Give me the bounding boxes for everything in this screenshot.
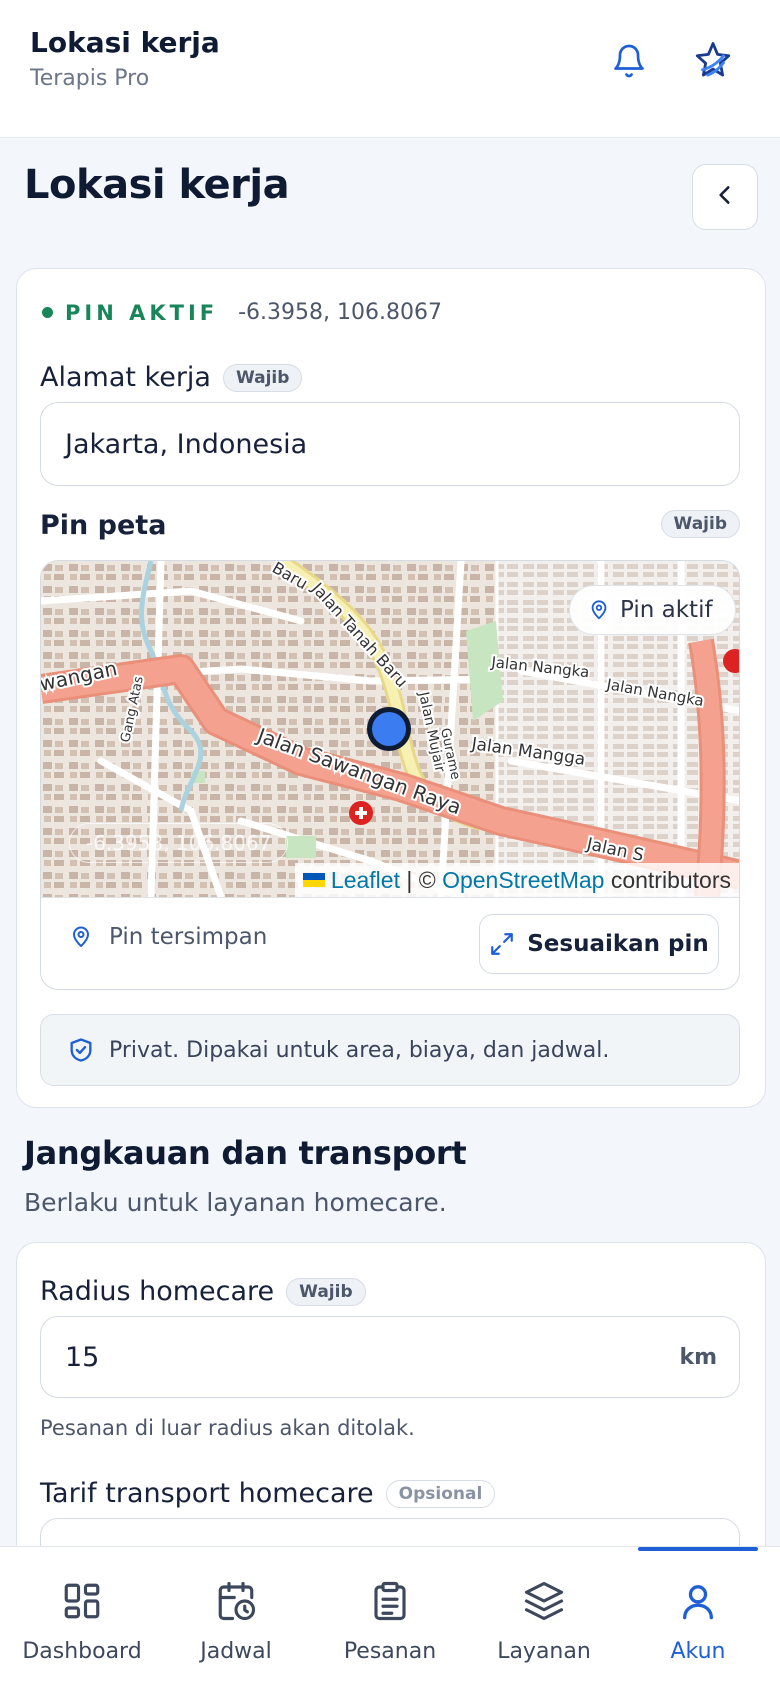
- nav-label: Pesanan: [343, 1639, 437, 1664]
- status-dot: [42, 307, 53, 318]
- pin-map-badge-wrap: Wajib: [660, 510, 740, 538]
- adjust-pin-label: Sesuaikan pin: [527, 931, 709, 957]
- transport-label: Tarif transport homecare Opsional: [40, 1478, 496, 1509]
- address-input[interactable]: Jakarta, Indonesia: [40, 402, 740, 486]
- page-title: Lokasi kerja: [24, 162, 290, 208]
- nav-pesanan[interactable]: Pesanan: [312, 1547, 468, 1688]
- grid-icon: [61, 1577, 103, 1625]
- map-container: Jalan Sawangan Raya Jalan Mangga Jalan N…: [40, 560, 740, 990]
- pin-status-label: PIN AKTIF: [65, 300, 219, 325]
- radius-label: Radius homecare Wajib: [40, 1276, 366, 1307]
- location-marker-dot: [372, 712, 406, 746]
- map-coords-overlay: -6.3958, 106.8067: [69, 823, 289, 863]
- nav-label: Jadwal: [200, 1639, 272, 1664]
- pin-aktif-chip: Pin aktif: [569, 585, 736, 635]
- privacy-note-text: Privat. Dipakai untuk area, biaya, dan j…: [109, 1037, 610, 1063]
- pin-map-label: Pin peta: [40, 510, 167, 541]
- transport-label-text: Tarif transport homecare: [40, 1478, 374, 1509]
- required-badge: Wajib: [286, 1277, 366, 1306]
- map-pin-icon: [69, 924, 93, 950]
- app-header: Lokasi kerja Terapis Pro: [0, 0, 780, 138]
- pin-status: PIN AKTIF -6.3958, 106.8067: [42, 300, 442, 325]
- layers-icon: [522, 1577, 566, 1625]
- clipboard-icon: [369, 1577, 411, 1625]
- pin-saved-status: Pin tersimpan: [69, 924, 267, 950]
- expand-icon: [489, 931, 515, 957]
- radius-input[interactable]: 15 km: [40, 1316, 740, 1398]
- nav-layanan[interactable]: Layanan: [466, 1547, 622, 1688]
- user-icon: [678, 1577, 718, 1625]
- privacy-note: Privat. Dipakai untuk area, biaya, dan j…: [40, 1014, 740, 1086]
- chevron-left-icon: [712, 182, 738, 212]
- app-subtitle: Terapis Pro: [30, 66, 150, 91]
- leaflet-link[interactable]: Leaflet: [331, 867, 400, 894]
- pin-saved-label: Pin tersimpan: [109, 924, 268, 950]
- required-badge: Wajib: [222, 363, 303, 392]
- radius-unit: km: [679, 1344, 717, 1370]
- attribution-suffix: contributors: [604, 866, 731, 893]
- back-button[interactable]: [692, 164, 758, 230]
- radius-helper: Pesanan di luar radius akan ditolak.: [40, 1416, 415, 1440]
- optional-badge: Opsional: [385, 1479, 496, 1508]
- nav-akun[interactable]: Akun: [620, 1547, 776, 1688]
- address-label-text: Alamat kerja: [40, 362, 211, 393]
- address-label: Alamat kerja Wajib: [40, 362, 303, 393]
- calendar-clock-icon: [215, 1577, 257, 1625]
- map-pin-icon: [588, 598, 610, 622]
- osm-link[interactable]: OpenStreetMap: [442, 867, 604, 894]
- nav-dashboard[interactable]: Dashboard: [4, 1547, 160, 1688]
- nav-label: Layanan: [497, 1639, 591, 1664]
- location-marker[interactable]: [367, 707, 411, 751]
- coverage-title: Jangkauan dan transport: [24, 1134, 467, 1172]
- map-footer: Pin tersimpan Sesuaikan pin: [41, 897, 739, 989]
- brand-logo-icon[interactable]: [690, 38, 736, 84]
- adjust-pin-button[interactable]: Sesuaikan pin: [479, 914, 719, 974]
- bell-icon[interactable]: [606, 38, 652, 84]
- shield-check-icon: [67, 1035, 95, 1065]
- nav-label: Akun: [670, 1639, 726, 1664]
- app-title: Lokasi kerja: [30, 26, 220, 59]
- coverage-subtitle: Berlaku untuk layanan homecare.: [24, 1188, 447, 1217]
- bottom-nav: Dashboard Jadwal Pesanan Layanan Akun: [0, 1546, 780, 1688]
- address-value: Jakarta, Indonesia: [65, 428, 308, 460]
- nav-jadwal[interactable]: Jadwal: [158, 1547, 314, 1688]
- radius-value: 15: [65, 1341, 100, 1373]
- map-attribution: Leaflet | © OpenStreetMap contributors: [294, 863, 739, 897]
- attribution-separator: | ©: [399, 866, 443, 893]
- pin-aktif-label: Pin aktif: [620, 597, 713, 623]
- required-badge: Wajib: [660, 510, 740, 538]
- radius-label-text: Radius homecare: [40, 1276, 275, 1307]
- nav-label: Dashboard: [22, 1639, 142, 1664]
- pin-coordinates: -6.3958, 106.8067: [238, 300, 442, 325]
- map-view[interactable]: Jalan Sawangan Raya Jalan Mangga Jalan N…: [41, 561, 739, 897]
- ukraine-flag-icon: [302, 873, 325, 887]
